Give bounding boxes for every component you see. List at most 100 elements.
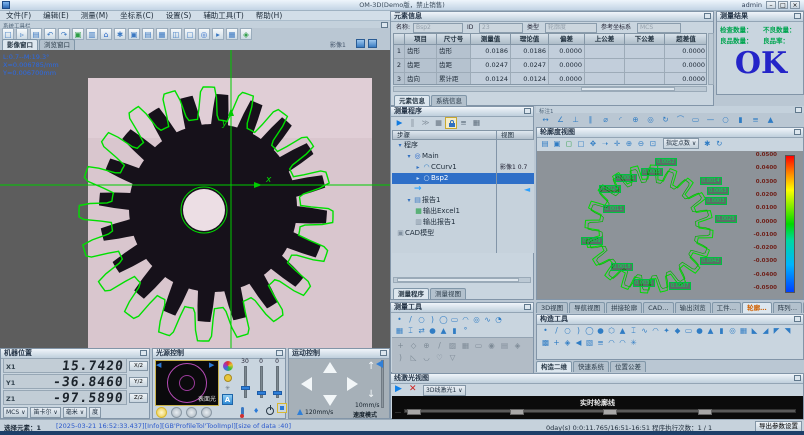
lock-icon[interactable]: [445, 117, 457, 129]
video-tab-0[interactable]: 影像窗口: [2, 39, 38, 50]
save-icon[interactable]: ▤: [539, 138, 551, 149]
speed-slider-handle[interactable]: [376, 360, 383, 368]
maximize-button[interactable]: □: [778, 1, 788, 9]
scan-handle-3[interactable]: [698, 409, 712, 415]
circle-icon[interactable]: ○: [416, 314, 427, 325]
ball-icon[interactable]: ●: [694, 325, 705, 336]
point-count-dropdown[interactable]: 指定点数 ∨: [663, 138, 699, 149]
scan-run-icon[interactable]: ▶: [395, 384, 402, 394]
step-column-label[interactable]: 步骤: [393, 131, 410, 139]
cone-icon[interactable]: ▲: [617, 325, 628, 336]
sphere-icon[interactable]: ●: [595, 325, 606, 336]
light-prev-icon[interactable]: ◀: [156, 361, 161, 369]
roundness-icon[interactable]: ○: [718, 114, 733, 125]
flatness-icon[interactable]: ▭: [688, 114, 703, 125]
pattern-icon[interactable]: ▩: [540, 337, 551, 348]
program-tab-1[interactable]: 测量视图: [430, 288, 466, 299]
program-tab-0[interactable]: 测量程序: [393, 288, 429, 299]
concentricity-icon[interactable]: ◎: [643, 114, 658, 125]
menu-item-6[interactable]: 帮助(H): [250, 11, 289, 21]
scan-handle-2[interactable]: [603, 409, 617, 415]
ellipse-icon[interactable]: ◯: [584, 325, 595, 336]
field-input-1[interactable]: 23: [479, 23, 523, 33]
plus-icon[interactable]: +: [551, 337, 562, 348]
ellipse-icon[interactable]: ◯: [438, 314, 449, 325]
table-vscrollbar[interactable]: [708, 33, 714, 85]
unit-dropdown-0[interactable]: MCS ∨: [3, 407, 28, 418]
zoom-fit-icon[interactable]: ⊡: [647, 138, 659, 149]
stop-icon[interactable]: ■: [432, 117, 445, 128]
unit-dropdown-2[interactable]: 毫米 ∨: [63, 407, 87, 418]
radius-icon[interactable]: ◜: [613, 114, 628, 125]
minimize-button[interactable]: –: [766, 1, 776, 9]
line2-icon[interactable]: /: [433, 340, 446, 351]
tree-expander[interactable]: ▾: [405, 151, 413, 162]
center-icon[interactable]: ◇: [407, 340, 420, 351]
triangle-icon[interactable]: ◺: [407, 352, 420, 363]
settings-icon[interactable]: ✱: [701, 138, 713, 149]
rect-icon[interactable]: ▭: [449, 314, 460, 325]
tree-item-程序[interactable]: ▾程序: [392, 140, 534, 151]
tree-item-Main[interactable]: ▾◎Main: [392, 151, 534, 162]
grid-icon[interactable]: ▦: [394, 325, 405, 336]
hexagon-icon[interactable]: ⬡: [606, 325, 617, 336]
jog-left-button[interactable]: [301, 377, 312, 391]
menu-item-2[interactable]: 测量(M): [75, 11, 114, 21]
motion-pin-icon[interactable]: [380, 350, 387, 356]
result-pin-icon[interactable]: [794, 13, 801, 19]
line-icon[interactable]: /: [551, 325, 562, 336]
light-slider-handle-1[interactable]: [257, 391, 266, 395]
gem-icon[interactable]: ◈: [511, 340, 524, 351]
pause-icon[interactable]: ‖: [406, 117, 419, 128]
menu-item-1[interactable]: 编辑(E): [37, 11, 75, 21]
distance-icon[interactable]: ↔: [538, 114, 553, 125]
view-tab-7[interactable]: 阵列…: [773, 302, 803, 313]
jog-up-button[interactable]: [323, 362, 337, 373]
straightness-icon[interactable]: —: [703, 114, 718, 125]
scan-stop-icon[interactable]: ✕: [409, 384, 417, 394]
point-icon[interactable]: •: [540, 325, 551, 336]
light-mode-3[interactable]: [201, 407, 212, 418]
layout-icon[interactable]: ▦: [470, 117, 483, 128]
unit-dropdown-1[interactable]: 笛卡尔 ∨: [30, 407, 60, 418]
light-slider-handle-2[interactable]: [273, 391, 282, 395]
jog-down-button[interactable]: [323, 395, 337, 406]
cylindricity-icon[interactable]: ▮: [733, 114, 748, 125]
coax-light-icon[interactable]: ✳: [225, 385, 230, 392]
position-icon[interactable]: ⊕: [628, 114, 643, 125]
video-fit-icon[interactable]: [368, 39, 377, 48]
line-icon[interactable]: /: [405, 314, 416, 325]
pyramid-icon[interactable]: ▲: [705, 325, 716, 336]
combine-icon[interactable]: ⊕: [420, 340, 433, 351]
gem-icon[interactable]: ◈: [562, 337, 573, 348]
arc2-icon[interactable]: ): [394, 352, 407, 363]
tree-item-CCurv1[interactable]: ▸◠CCurv1影像1 0.7: [392, 162, 534, 173]
table-row[interactable]: 1齿形齿形0.01860.01860.00000.0000: [394, 45, 706, 59]
height-icon[interactable]: ⌶: [405, 325, 416, 336]
arch2-icon[interactable]: ◠: [606, 337, 617, 348]
element-table[interactable]: 项目尺寸号测量值理论值偏差上公差下公差超差值1齿形齿形0.01860.01860…: [393, 33, 707, 85]
concave-icon[interactable]: ◡: [420, 352, 433, 363]
arc-icon[interactable]: ): [427, 314, 438, 325]
light-save-icon[interactable]: [277, 403, 287, 413]
corner2-icon[interactable]: ◢: [760, 325, 771, 336]
flow-icon[interactable]: ➝: [599, 138, 611, 149]
tree-item-Bsp2[interactable]: ▸○Bsp2: [392, 173, 534, 184]
grid-icon[interactable]: ▦: [738, 325, 749, 336]
light-slider-handle-0[interactable]: [241, 386, 250, 390]
view-tab-4[interactable]: 输出浏览: [675, 302, 711, 313]
construct-bottom-tab-0[interactable]: 构造二维: [536, 361, 572, 372]
cone-icon[interactable]: ▲: [438, 325, 449, 336]
sphere-icon[interactable]: ●: [427, 325, 438, 336]
annotation-pin-icon[interactable]: [795, 107, 802, 113]
axis-half-button-Z1[interactable]: Z/2: [129, 393, 148, 403]
light-mode-0[interactable]: [156, 407, 167, 418]
menu-item-3[interactable]: 坐标系(C): [114, 11, 160, 21]
menu-item-5[interactable]: 辅助工具(T): [197, 11, 249, 21]
ring-color-icon[interactable]: [223, 361, 233, 371]
cross-icon[interactable]: +: [394, 340, 407, 351]
circle2-icon[interactable]: ◉: [485, 340, 498, 351]
run-icon[interactable]: ▶: [393, 117, 406, 128]
zoom-in-icon[interactable]: ⊕: [623, 138, 635, 149]
step-icon[interactable]: ≡: [595, 337, 606, 348]
